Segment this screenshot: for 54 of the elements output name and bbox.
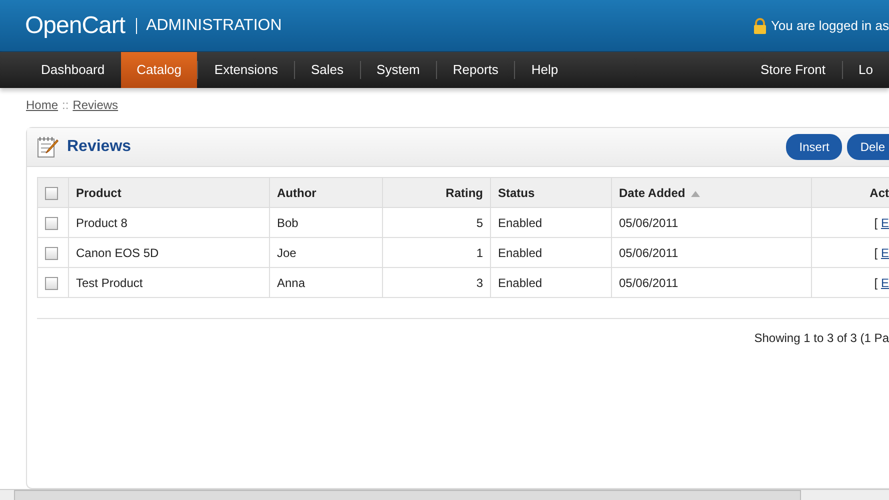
action-button[interactable]: Insert bbox=[786, 134, 842, 160]
nav-item[interactable]: System bbox=[360, 52, 436, 88]
bracket-text: [ bbox=[874, 216, 878, 230]
table-cell: Enabled bbox=[490, 208, 612, 238]
table-cell: 05/06/2011 bbox=[612, 268, 812, 298]
admin-title: ADMINISTRATION bbox=[146, 16, 282, 34]
breadcrumb-link[interactable]: Reviews bbox=[72, 98, 118, 112]
edit-link[interactable]: E bbox=[880, 246, 889, 260]
panel-title: Reviews bbox=[67, 138, 132, 156]
nav-item[interactable]: Dashboard bbox=[25, 52, 121, 88]
table-cell: Enabled bbox=[490, 238, 612, 268]
login-status: You are logged in as bbox=[770, 18, 889, 33]
table-cell: Canon EOS 5D bbox=[68, 238, 270, 268]
column-header[interactable]: Act bbox=[812, 178, 889, 208]
breadcrumb-link[interactable]: Home bbox=[26, 98, 58, 112]
table-cell: 5 bbox=[382, 208, 490, 238]
nav-item[interactable]: Reports bbox=[436, 52, 514, 88]
notepad-icon bbox=[37, 136, 59, 158]
table-cell: 1 bbox=[382, 238, 490, 268]
table-cell: Product 8 bbox=[68, 208, 270, 238]
table-cell: 05/06/2011 bbox=[612, 208, 812, 238]
table-cell: Test Product bbox=[68, 268, 270, 298]
nav-item[interactable]: Catalog bbox=[120, 52, 198, 88]
table-cell: 3 bbox=[382, 268, 490, 298]
nav-item[interactable]: Lo bbox=[842, 52, 889, 88]
pagination-text: Showing 1 to 3 of 3 (1 Pa bbox=[754, 331, 889, 345]
logo-text: OpenCart bbox=[25, 12, 126, 40]
horizontal-scrollbar[interactable] bbox=[0, 489, 889, 500]
action-button[interactable]: Dele bbox=[847, 134, 889, 160]
table-cell: Anna bbox=[270, 268, 382, 298]
table-cell: 05/06/2011 bbox=[612, 238, 812, 268]
lock-icon bbox=[752, 18, 767, 34]
column-header[interactable]: Date Added bbox=[612, 178, 812, 208]
bracket-text: [ bbox=[874, 246, 878, 260]
column-header[interactable]: Rating bbox=[382, 178, 490, 208]
select-all-checkbox[interactable] bbox=[45, 186, 58, 200]
column-header[interactable]: Status bbox=[490, 178, 612, 208]
nav-item[interactable]: Help bbox=[515, 52, 574, 88]
column-header[interactable]: Author bbox=[270, 178, 382, 208]
column-header[interactable]: Product bbox=[68, 178, 270, 208]
row-checkbox[interactable] bbox=[45, 246, 58, 260]
table-cell: Joe bbox=[270, 238, 382, 268]
table-cell: Enabled bbox=[490, 268, 612, 298]
edit-link[interactable]: E bbox=[880, 276, 889, 290]
bracket-text: [ bbox=[874, 276, 878, 290]
row-checkbox[interactable] bbox=[45, 216, 58, 230]
row-checkbox[interactable] bbox=[45, 276, 58, 290]
table-cell: Bob bbox=[270, 208, 382, 238]
edit-link[interactable]: E bbox=[880, 216, 889, 230]
nav-item[interactable]: Extensions bbox=[198, 52, 294, 88]
sort-up-icon bbox=[691, 190, 700, 196]
nav-item[interactable]: Store Front bbox=[744, 52, 842, 88]
nav-item[interactable]: Sales bbox=[295, 52, 360, 88]
breadcrumb-separator: :: bbox=[62, 98, 69, 112]
